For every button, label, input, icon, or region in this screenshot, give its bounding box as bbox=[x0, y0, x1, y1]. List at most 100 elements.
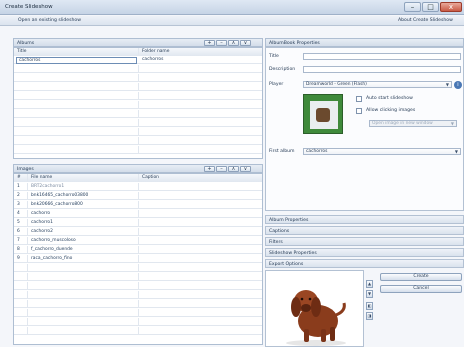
image-file-name: bnk20666_cachorro800 bbox=[28, 201, 139, 209]
image-file-name: f_cachorro_duende bbox=[28, 246, 139, 254]
title-bar: Create Slideshow – □ x bbox=[0, 0, 464, 15]
albums-grid[interactable]: Title Folder name cachorros cachorros bbox=[13, 47, 263, 159]
table-row[interactable]: cachorros cachorros bbox=[14, 56, 262, 64]
table-row[interactable]: 1 BRT2cachorro1 bbox=[14, 183, 262, 191]
preview-tool-button-3[interactable]: ◧ bbox=[366, 302, 373, 310]
minimize-button[interactable]: – bbox=[404, 2, 421, 12]
open-slideshow-link[interactable]: Open an existing slideshow bbox=[18, 18, 81, 23]
first-album-select[interactable]: cachorros ▼ bbox=[303, 148, 461, 155]
top-toolbar: Open an existing slideshow About Create … bbox=[0, 16, 464, 26]
image-file-name: bnk16465_cachorro03800 bbox=[28, 192, 139, 200]
properties-body: Title Description Player Dreamworld - Gr… bbox=[265, 47, 464, 211]
album-remove-button[interactable]: – bbox=[216, 40, 227, 46]
image-remove-button[interactable]: – bbox=[216, 166, 227, 172]
description-input[interactable] bbox=[303, 66, 461, 73]
first-album-label: First album bbox=[269, 149, 295, 154]
image-number: 4 bbox=[14, 210, 28, 218]
albums-header: Albums + – ∧ ∨ bbox=[13, 38, 263, 47]
image-number: 1 bbox=[14, 183, 28, 191]
album-title-edit[interactable]: cachorros bbox=[16, 57, 137, 64]
chevron-down-icon: ▼ bbox=[445, 82, 449, 87]
autostart-label: Auto start slideshow bbox=[366, 96, 413, 101]
close-button[interactable]: x bbox=[440, 2, 462, 12]
album-move-up-button[interactable]: ∧ bbox=[228, 40, 239, 46]
maximize-button[interactable]: □ bbox=[422, 2, 439, 12]
album-move-down-button[interactable]: ∨ bbox=[240, 40, 251, 46]
images-heading: Images bbox=[17, 166, 34, 172]
image-caption[interactable] bbox=[139, 210, 262, 218]
column-caption[interactable]: Caption bbox=[139, 174, 262, 182]
preview-tool-button-4[interactable]: ◨ bbox=[366, 312, 373, 320]
column-file-name[interactable]: File name bbox=[28, 174, 139, 182]
click-action-select: Open image in new window ▼ bbox=[369, 120, 457, 127]
thumbnail-frame bbox=[310, 101, 338, 129]
table-row[interactable]: 7 cachorro_muscoloso bbox=[14, 237, 262, 245]
properties-heading: AlbumBook Properties bbox=[269, 40, 320, 46]
image-caption[interactable] bbox=[139, 246, 262, 254]
preview-tool-button-1[interactable]: ▲ bbox=[366, 280, 373, 288]
image-file-name: cachorro1 bbox=[28, 219, 139, 227]
column-number[interactable]: # bbox=[14, 174, 28, 182]
table-row[interactable]: 4 cachorro bbox=[14, 210, 262, 218]
chevron-down-icon: ▼ bbox=[454, 149, 458, 154]
about-link[interactable]: About Create Slideshow bbox=[398, 18, 453, 23]
image-caption[interactable] bbox=[139, 183, 262, 191]
player-label: Player bbox=[269, 82, 284, 87]
images-header: Images + – ∧ ∨ bbox=[13, 164, 263, 173]
click-action-value: Open image in new window bbox=[372, 121, 433, 126]
image-caption[interactable] bbox=[139, 192, 262, 200]
image-number: 5 bbox=[14, 219, 28, 227]
image-file-name: BRT2cachorro1 bbox=[28, 183, 139, 191]
image-move-up-button[interactable]: ∧ bbox=[228, 166, 239, 172]
image-number: 8 bbox=[14, 246, 28, 254]
image-caption[interactable] bbox=[139, 237, 262, 245]
photo-icon bbox=[316, 108, 330, 122]
title-label: Title bbox=[269, 54, 279, 59]
image-number: 2 bbox=[14, 192, 28, 200]
section-label: Slideshow Properties bbox=[269, 250, 317, 256]
preview-tool-button-2[interactable]: ▼ bbox=[366, 290, 373, 298]
autostart-checkbox[interactable] bbox=[356, 96, 362, 102]
info-icon[interactable]: i bbox=[454, 81, 462, 89]
image-caption[interactable] bbox=[139, 255, 262, 263]
image-number: 9 bbox=[14, 255, 28, 263]
first-album-value: cachorros bbox=[306, 149, 328, 154]
player-thumbnail bbox=[303, 94, 343, 134]
table-row[interactable]: 9 raca_cachorro_fino bbox=[14, 255, 262, 263]
column-folder-name[interactable]: Folder name bbox=[139, 48, 262, 56]
table-row[interactable]: 8 f_cachorro_duende bbox=[14, 246, 262, 254]
create-button[interactable]: Create bbox=[380, 273, 462, 281]
table-row[interactable]: 2 bnk16465_cachorro03800 bbox=[14, 192, 262, 200]
image-number: 6 bbox=[14, 228, 28, 236]
image-caption[interactable] bbox=[139, 201, 262, 209]
section-slideshow-properties[interactable]: Slideshow Properties bbox=[265, 248, 464, 257]
player-select[interactable]: Dreamworld - Green (Flash) ▼ bbox=[303, 81, 452, 88]
dog-photo bbox=[286, 290, 346, 346]
table-row[interactable]: 3 bnk20666_cachorro800 bbox=[14, 201, 262, 209]
title-input[interactable] bbox=[303, 53, 461, 60]
album-add-button[interactable]: + bbox=[204, 40, 215, 46]
image-file-name: cachorro_muscoloso bbox=[28, 237, 139, 245]
image-move-down-button[interactable]: ∨ bbox=[240, 166, 251, 172]
allow-clicking-checkbox[interactable] bbox=[356, 108, 362, 114]
column-title[interactable]: Title bbox=[14, 48, 139, 56]
image-caption[interactable] bbox=[139, 219, 262, 227]
properties-header: AlbumBook Properties bbox=[265, 38, 464, 47]
section-label: Export Options bbox=[269, 261, 304, 267]
cancel-button[interactable]: Cancel bbox=[380, 285, 462, 293]
table-row[interactable]: 6 cachorro2 bbox=[14, 228, 262, 236]
image-add-button[interactable]: + bbox=[204, 166, 215, 172]
section-export-options[interactable]: Export Options bbox=[265, 259, 464, 268]
section-album-properties[interactable]: Album Properties bbox=[265, 215, 464, 224]
table-row[interactable]: 5 cachorro1 bbox=[14, 219, 262, 227]
image-number: 3 bbox=[14, 201, 28, 209]
image-file-name: raca_cachorro_fino bbox=[28, 255, 139, 263]
allow-clicking-label: Allow clicking images bbox=[366, 108, 416, 113]
albums-heading: Albums bbox=[17, 40, 35, 46]
description-label: Description bbox=[269, 67, 296, 72]
image-caption[interactable] bbox=[139, 228, 262, 236]
images-grid[interactable]: # File name Caption 1 BRT2cachorro1 2 bn… bbox=[13, 173, 263, 345]
section-captions[interactable]: Captions bbox=[265, 226, 464, 235]
image-preview bbox=[265, 270, 364, 347]
section-filters[interactable]: Filters bbox=[265, 237, 464, 246]
